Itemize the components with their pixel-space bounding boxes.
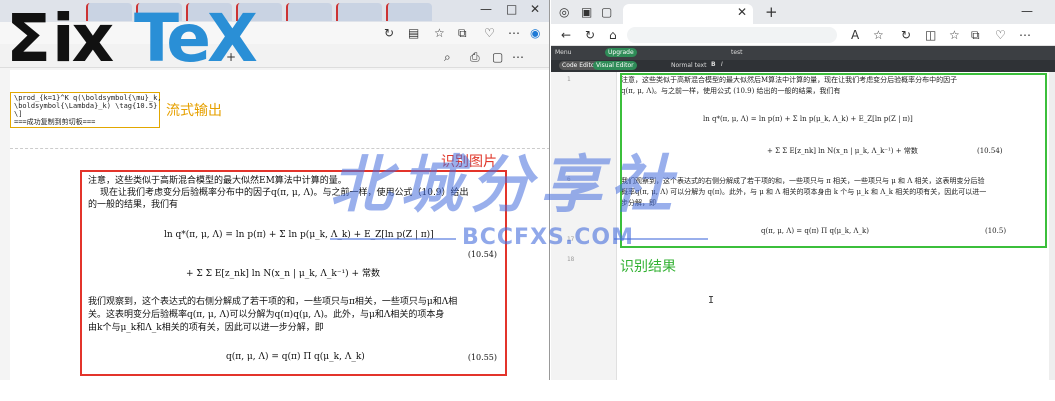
recognition-result-label: 识别结果: [620, 259, 676, 275]
read-aloud-icon[interactable]: A: [851, 28, 859, 42]
refresh-icon[interactable]: ↻: [384, 26, 394, 40]
document-title: test: [731, 49, 743, 56]
stream-output-label: 流式输出: [166, 103, 222, 119]
search-icon[interactable]: ⌕: [444, 50, 451, 65]
scrollbar[interactable]: [1049, 72, 1055, 380]
line-number: 18: [567, 256, 575, 263]
collections-icon[interactable]: ⧉: [971, 28, 980, 43]
equation-number: (10.55): [467, 353, 497, 362]
watermark-rule: [330, 238, 456, 240]
workspaces-icon[interactable]: ▣: [581, 5, 592, 19]
save-icon[interactable]: ▢: [492, 50, 503, 64]
visual-editor-tab[interactable]: Visual Editor: [593, 61, 637, 70]
logo-sigma: Σ: [6, 0, 52, 77]
favorites-icon[interactable]: ♡: [484, 26, 495, 40]
new-tab-icon[interactable]: +: [765, 3, 778, 21]
right-tab-strip: ◎ ▣ ▢ ✕ + —: [551, 0, 1055, 24]
source-equation: + Σ Σ E[z_nk] ln N(x_n | μ_k, Λ_k⁻¹) + 常…: [186, 269, 380, 279]
active-tab[interactable]: [623, 4, 753, 24]
favorite-icon[interactable]: ☆: [873, 28, 884, 42]
editor-menu-bar: Menu Upgrade test: [551, 46, 1055, 60]
star-icon[interactable]: ☆: [434, 26, 445, 40]
maximize-button[interactable]: □: [506, 2, 517, 16]
url-field[interactable]: [627, 27, 837, 43]
stream-output-box: \prod_{k=1}^K q(\boldsymbol{\mu}_k, \bol…: [10, 92, 162, 128]
source-line: 的一般的结果，我们有: [88, 200, 179, 210]
favorites-icon[interactable]: ☆: [949, 28, 960, 42]
refresh-icon[interactable]: ↻: [585, 28, 595, 42]
editor-toolbar: Code Editor Visual Editor Normal text B …: [551, 60, 1055, 72]
logo-tex: TeX: [134, 0, 258, 77]
more-icon[interactable]: ⋯: [508, 26, 520, 40]
split-icon[interactable]: ◫: [925, 28, 936, 42]
browser-tab[interactable]: [286, 3, 332, 21]
line-number: 1: [567, 76, 571, 83]
watermark-url: BCCFXS.COM: [462, 225, 634, 250]
menu-button[interactable]: Menu: [555, 49, 571, 56]
more-icon[interactable]: ⋯: [1019, 28, 1031, 42]
watermark-title: 北城分享社: [330, 148, 681, 221]
copilot-icon[interactable]: ◉: [530, 26, 540, 40]
profile-icon[interactable]: ◎: [559, 5, 569, 19]
print-icon[interactable]: ⎙: [470, 50, 480, 65]
browser-tab[interactable]: [336, 3, 382, 21]
equation-number: (10.54): [467, 250, 497, 259]
back-icon[interactable]: ←: [561, 28, 571, 42]
close-tab-icon[interactable]: ✕: [737, 5, 747, 19]
extensions-icon[interactable]: ⧉: [458, 26, 467, 41]
italic-icon[interactable]: I: [721, 61, 723, 68]
close-button[interactable]: ✕: [530, 2, 540, 16]
source-line: 关。这表明变分后验概率q(π, μ, Λ)可以分解为q(π)q(μ, Λ)。此外…: [88, 310, 445, 320]
upgrade-button[interactable]: Upgrade: [605, 48, 637, 57]
text-style-select[interactable]: Normal text: [671, 62, 706, 69]
source-line: 我们观察到，这个表达式的右侧分解成了若干项的和，一些项只与π相关，一些项只与μ和…: [88, 297, 458, 307]
pdf-menu-icon[interactable]: ⋯: [512, 50, 524, 64]
source-line: 注意，这些类似于高斯混合模型的最大似然EM算法中计算的量。: [88, 176, 347, 186]
source-equation: q(π, μ, Λ) = q(π) Π q(μ_k, Λ_k): [226, 352, 365, 362]
refresh-icon[interactable]: ↻: [901, 28, 911, 42]
watermark-rule: [614, 238, 708, 240]
extensions-icon[interactable]: ♡: [995, 28, 1006, 42]
simpletex-logo: Σ ix TeX: [6, 4, 266, 80]
text-cursor-icon: I: [708, 295, 715, 306]
browser-tab[interactable]: [386, 3, 432, 21]
bold-icon[interactable]: B: [711, 61, 716, 68]
result-highlight-box: [620, 73, 1047, 248]
minimize-button[interactable]: —: [480, 2, 492, 16]
logo-ix: ix: [52, 0, 114, 77]
minimize-button[interactable]: —: [1021, 4, 1033, 18]
right-address-bar: ← ↻ ⌂ A ☆ ↻ ◫ ☆ ⧉ ♡ ⋯: [551, 24, 1055, 46]
source-line: 由k个与μ_k和Λ_k相关的项有关，因此可以进一步分解，即: [88, 323, 324, 333]
home-icon[interactable]: ⌂: [609, 28, 617, 42]
reader-icon[interactable]: ▤: [408, 26, 419, 40]
tab-actions-icon[interactable]: ▢: [601, 5, 612, 19]
